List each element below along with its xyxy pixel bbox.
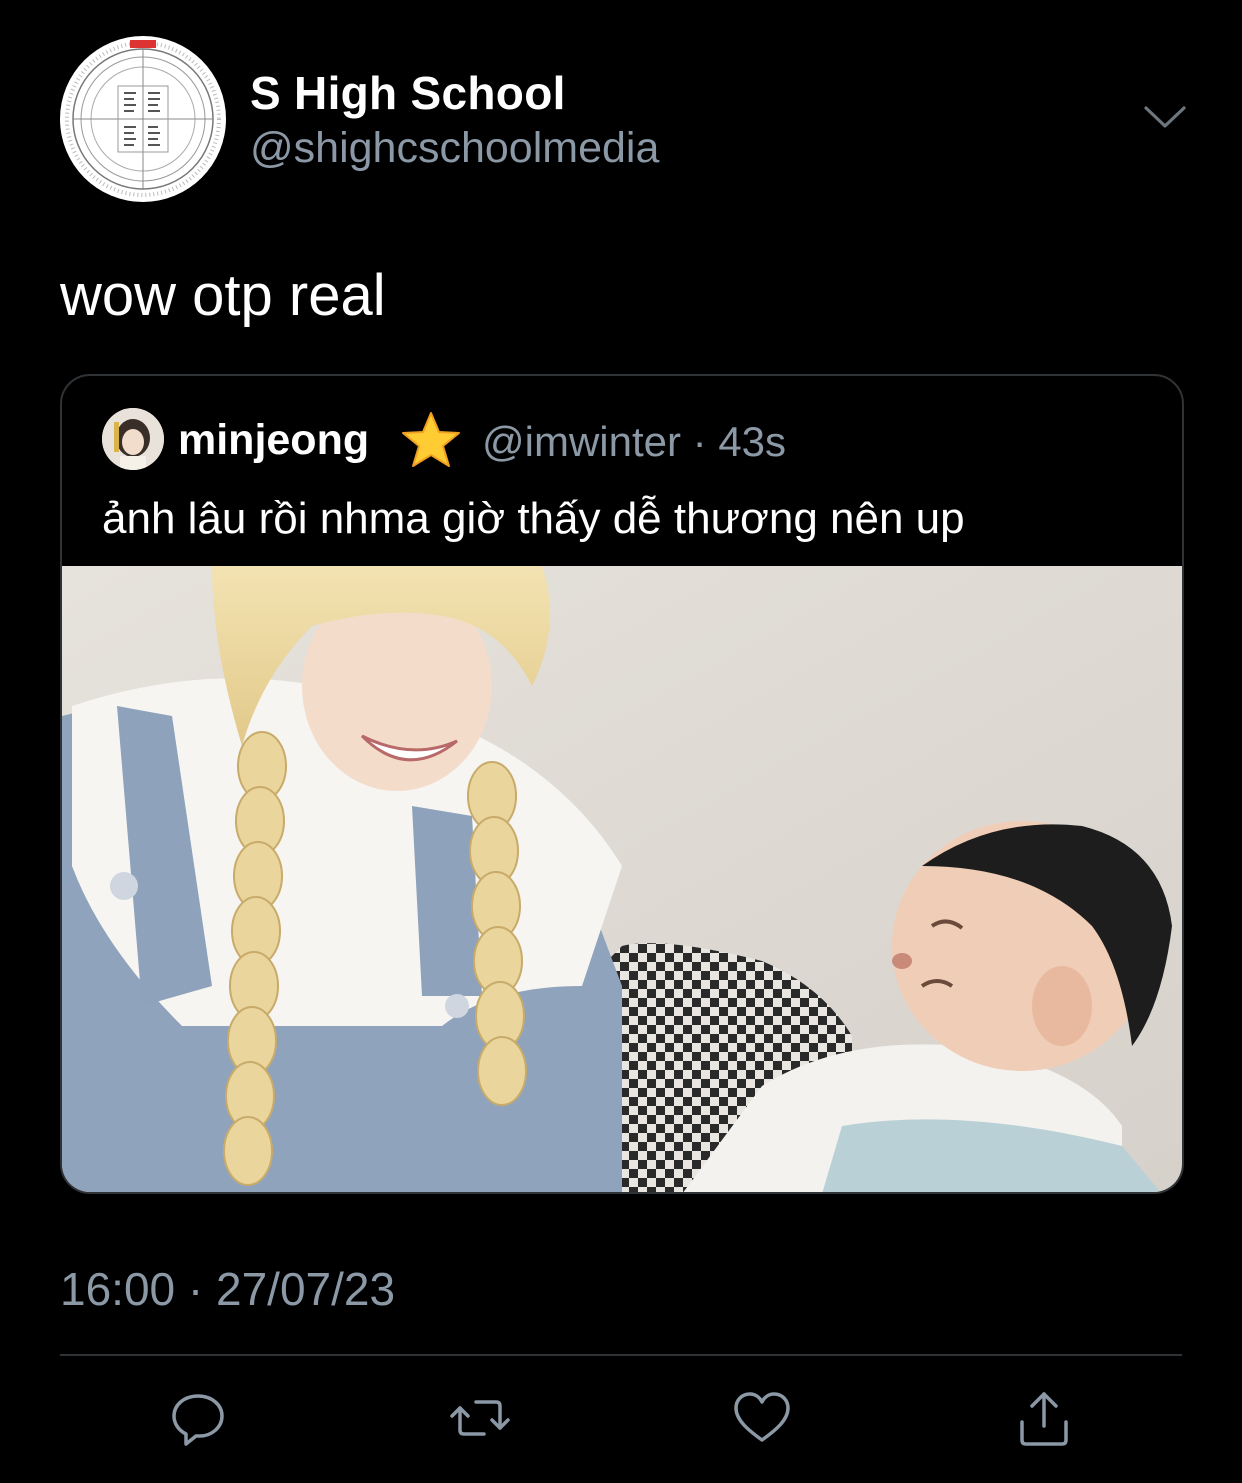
quoted-author-display-name[interactable]: minjeong [178,416,369,465]
reply-button[interactable] [166,1386,230,1450]
quoted-tweet-card[interactable]: minjeong @imwinter · 43s ảnh lâu rồi nhm… [60,374,1184,1194]
quoted-tweet-text: ảnh lâu rồi nhma giờ thấy dễ thương nên … [102,494,965,543]
share-icon [1020,1392,1068,1446]
quoted-tweet-age: 43s [718,418,787,465]
heart-icon [734,1392,790,1442]
star-emoji-icon [400,410,462,472]
quoted-author-meta[interactable]: @imwinter · 43s [482,418,786,466]
author-avatar[interactable] [60,36,226,202]
author-handle[interactable]: @shighcschoolmedia [250,124,659,173]
quoted-tweet-photo[interactable] [62,566,1182,1192]
retweet-icon [450,1400,510,1436]
tweet-text: wow otp real [60,263,386,328]
reply-icon [172,1394,224,1446]
circular-chart-icon [63,39,223,199]
more-options-button[interactable] [1140,96,1190,140]
separator-dot: · [681,418,719,465]
profile-photo-icon [102,408,164,470]
tweet-timestamp: 16:00 · 27/07/23 [60,1263,396,1315]
share-button[interactable] [1012,1386,1076,1450]
photo-media-icon [62,566,1182,1192]
chevron-down-icon [1144,106,1186,128]
author-display-name[interactable]: S High School [250,66,566,120]
divider [60,1354,1182,1356]
like-button[interactable] [730,1386,794,1450]
quoted-author-handle[interactable]: @imwinter [482,418,681,465]
retweet-button[interactable] [448,1386,512,1450]
quoted-author-avatar[interactable] [102,408,164,470]
